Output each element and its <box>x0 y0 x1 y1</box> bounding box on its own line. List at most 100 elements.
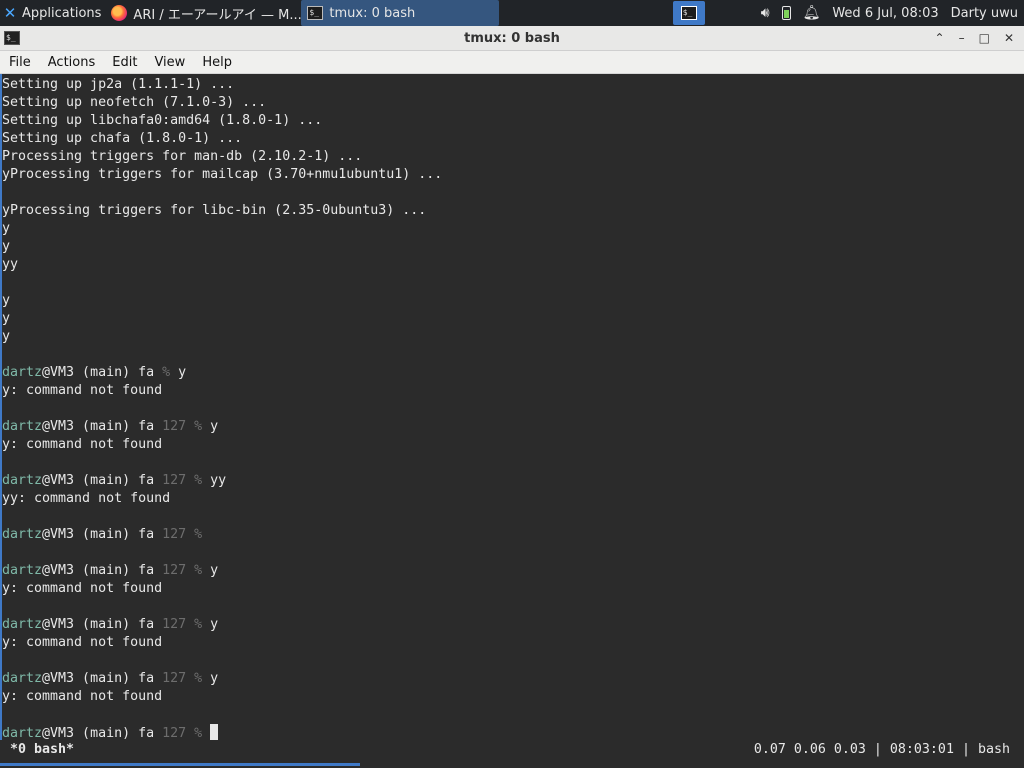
prompt-user: dartz <box>2 419 43 434</box>
prompt-user: dartz <box>2 563 43 578</box>
taskbar-task-label: tmux: 0 bash <box>329 5 416 21</box>
notification-bell-icon[interactable]: 🔔︎ <box>803 5 821 21</box>
terminal-prompt-line: dartz@VM3 (main) fa 127 % <box>2 724 1022 740</box>
terminal-line: yy: command not found <box>2 491 171 506</box>
prompt-symbol: % <box>194 671 211 686</box>
terminal-line: y: command not found <box>2 383 163 398</box>
taskbar-task-firefox[interactable]: ARI / エーアールアイ — M... <box>105 0 301 26</box>
taskbar-task-terminal[interactable]: $_ tmux: 0 bash <box>301 0 500 26</box>
terminal-prompt-line: dartz@VM3 (main) fa 127 % <box>2 526 1022 544</box>
terminal-prompt-line: dartz@VM3 (main) fa 127 % y <box>2 616 1022 634</box>
volume-icon[interactable]: 🔊︎ <box>761 5 770 21</box>
terminal-line: Setting up neofetch (7.1.0-3) ... <box>2 95 267 110</box>
terminal-line: Setting up jp2a (1.1.1-1) ... <box>2 77 235 92</box>
window-titlebar[interactable]: $_ tmux: 0 bash ⌃ – □ ✕ <box>0 26 1024 51</box>
close-button[interactable]: ✕ <box>1004 31 1014 45</box>
prompt-user: dartz <box>2 726 43 740</box>
prompt-host: @VM3 (main) fa <box>42 671 163 686</box>
prompt-symbol: % <box>194 726 211 740</box>
terminal-cursor <box>210 724 219 740</box>
terminal-line: y: command not found <box>2 635 163 650</box>
terminal-prompt-line: dartz@VM3 (main) fa 127 % y <box>2 562 1022 580</box>
maximize-button[interactable]: □ <box>979 31 990 45</box>
menu-bar: File Actions Edit View Help <box>0 51 1024 74</box>
taskbar-task-label: ARI / エーアールアイ — M... <box>133 7 302 23</box>
clock[interactable]: Wed 6 Jul, 08:03 <box>832 6 938 21</box>
prompt-symbol: % <box>194 473 211 488</box>
terminal-window: $_ tmux: 0 bash ⌃ – □ ✕ File Actions Edi… <box>0 26 1024 768</box>
menu-file[interactable]: File <box>0 55 39 70</box>
terminal-line: Setting up chafa (1.8.0-1) ... <box>2 131 243 146</box>
menu-edit[interactable]: Edit <box>103 55 145 70</box>
terminal-prompt-line: dartz@VM3 (main) fa % y <box>2 364 1022 382</box>
shade-button[interactable]: ⌃ <box>935 31 945 45</box>
prompt-host: @VM3 (main) fa <box>42 527 163 542</box>
prompt-command: yy <box>210 473 227 488</box>
terminal-line: y <box>2 329 11 344</box>
workspace-switcher[interactable]: $_ <box>672 1 705 25</box>
terminal-line: yProcessing triggers for libc-bin (2.35-… <box>2 203 427 218</box>
terminal-prompt-line: dartz@VM3 (main) fa 127 % y <box>2 670 1022 688</box>
terminal-icon: $_ <box>680 6 697 20</box>
terminal-prompt-line: dartz@VM3 (main) fa 127 % yy <box>2 472 1022 490</box>
minimize-button[interactable]: – <box>959 31 965 45</box>
menu-help[interactable]: Help <box>193 55 240 70</box>
tmux-status-right: 0.07 0.06 0.03 | 08:03:01 | bash <box>753 742 1010 757</box>
firefox-icon <box>111 5 128 21</box>
tmux-window-indicator[interactable]: *0 bash* <box>0 740 74 760</box>
prompt-exit-code: 127 <box>162 473 195 488</box>
applications-label: Applications <box>22 5 102 21</box>
prompt-symbol: % <box>194 419 211 434</box>
taskbar: ✕ Applications ARI / エーアールアイ — M... $_ t… <box>0 0 1024 26</box>
window-bottom-border <box>0 760 1024 768</box>
prompt-host: @VM3 (main) fa <box>42 726 163 740</box>
system-tray: 🔊︎ 🔔︎ Wed 6 Jul, 08:03 Darty uwu <box>761 5 1024 21</box>
prompt-command: y <box>210 671 219 686</box>
prompt-host: @VM3 (main) fa <box>42 563 163 578</box>
terminal-line: y: command not found <box>2 689 163 704</box>
battery-icon[interactable] <box>781 6 791 20</box>
applications-menu-button[interactable]: ✕ Applications <box>0 0 105 26</box>
prompt-symbol: % <box>194 527 211 542</box>
terminal-line: y: command not found <box>2 437 163 452</box>
terminal-line: y <box>2 311 11 326</box>
terminal-line: Setting up libchafa0:amd64 (1.8.0-1) ... <box>2 113 323 128</box>
prompt-host: @VM3 (main) fa <box>42 419 163 434</box>
menu-actions[interactable]: Actions <box>39 55 104 70</box>
prompt-exit-code: 127 <box>162 671 195 686</box>
prompt-exit-code: 127 <box>162 617 195 632</box>
menu-view[interactable]: View <box>145 55 193 70</box>
prompt-command: y <box>210 617 219 632</box>
xfce-logo-icon: ✕ <box>3 4 17 22</box>
prompt-user: dartz <box>2 365 43 380</box>
prompt-symbol: % <box>162 365 179 380</box>
prompt-host: @VM3 (main) fa <box>42 365 163 380</box>
prompt-user: dartz <box>2 671 43 686</box>
terminal-line: y: command not found <box>2 581 163 596</box>
prompt-user: dartz <box>2 617 43 632</box>
prompt-exit-code: 127 <box>162 563 195 578</box>
terminal-output[interactable]: Setting up jp2a (1.1.1-1) ... Setting up … <box>0 74 1022 740</box>
user-name[interactable]: Darty uwu <box>951 6 1018 21</box>
terminal-line: y <box>2 239 11 254</box>
prompt-user: dartz <box>2 527 43 542</box>
terminal-line: Processing triggers for man-db (2.10.2-1… <box>2 149 363 164</box>
terminal-prompt-line: dartz@VM3 (main) fa 127 % y <box>2 418 1022 436</box>
terminal-line: yProcessing triggers for mailcap (3.70+n… <box>2 167 443 182</box>
prompt-symbol: % <box>194 563 211 578</box>
prompt-exit-code: 127 <box>162 726 195 740</box>
prompt-command: y <box>210 563 219 578</box>
prompt-command: y <box>210 419 219 434</box>
prompt-command: y <box>178 365 187 380</box>
terminal-line: yy <box>2 257 19 272</box>
window-title: tmux: 0 bash <box>464 30 560 46</box>
terminal-line: y <box>2 221 11 236</box>
